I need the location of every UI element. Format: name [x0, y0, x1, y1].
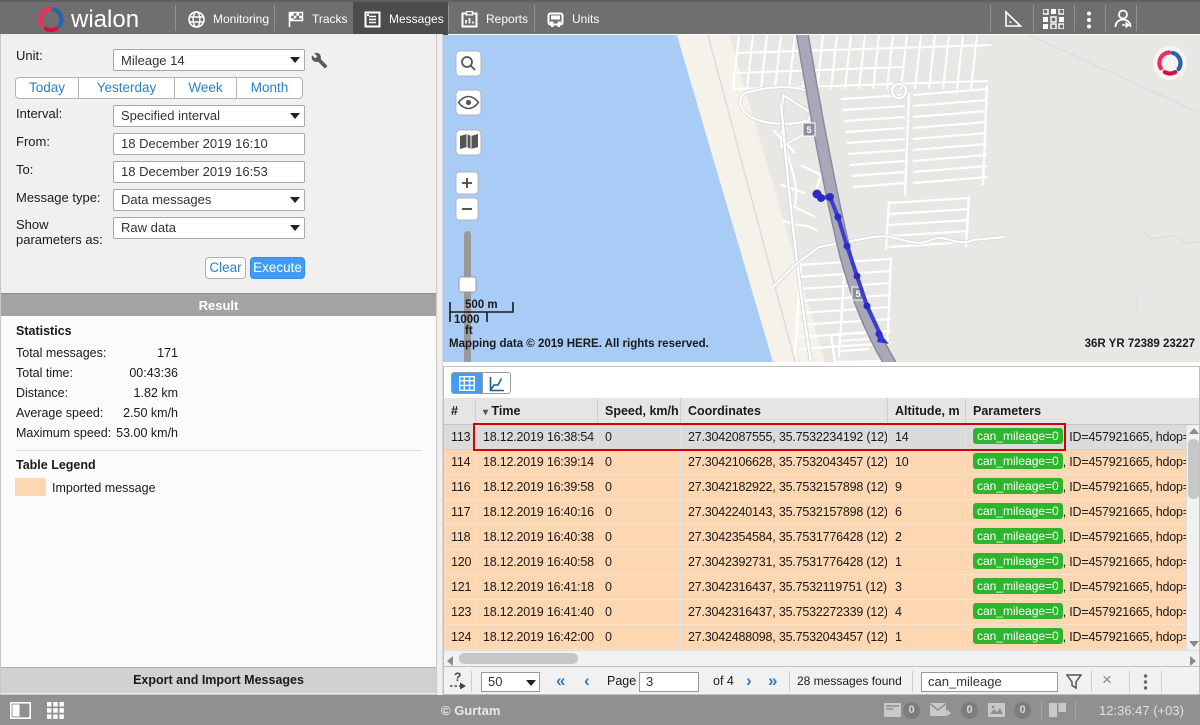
svg-text:36R YR 72389 23227: 36R YR 72389 23227	[1085, 338, 1195, 350]
svg-text:5: 5	[806, 125, 811, 135]
svg-text:500 m: 500 m	[465, 299, 498, 311]
svg-text:Mapping data © 2019 HERE. All: Mapping data © 2019 HERE. All rights res…	[449, 338, 709, 350]
svg-text:ft: ft	[465, 325, 473, 337]
